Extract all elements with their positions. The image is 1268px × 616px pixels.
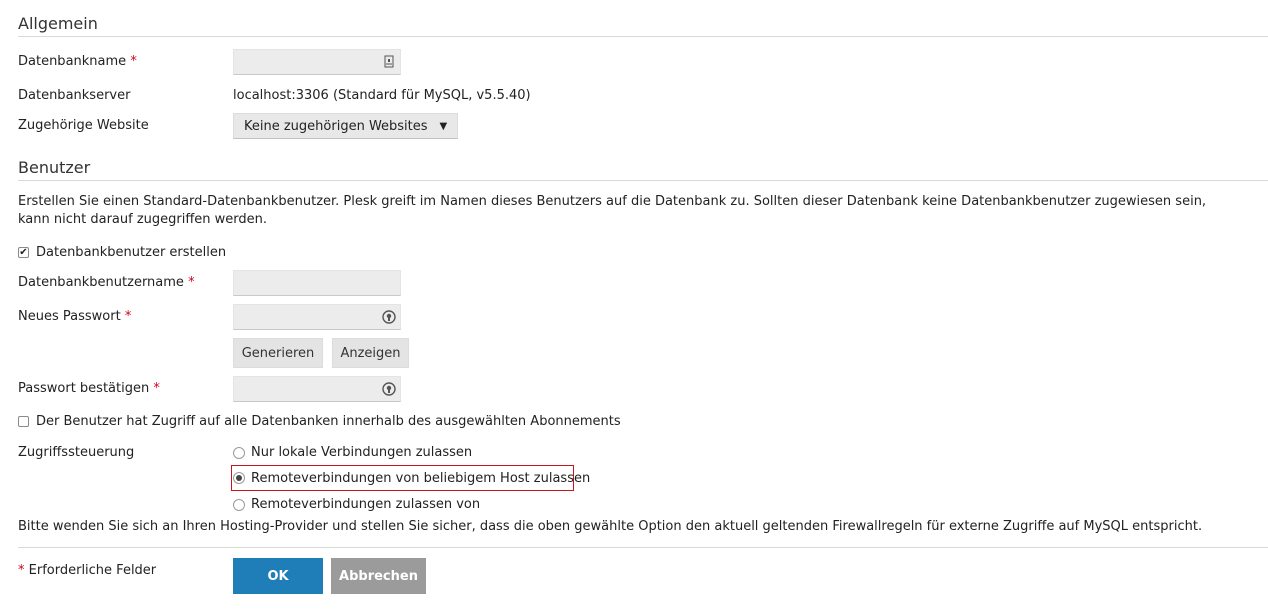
- password-strength-icon: [382, 310, 396, 324]
- username-label-text: Datenbankbenutzername: [18, 275, 184, 290]
- password-input[interactable]: [233, 304, 401, 330]
- access-radio-specific[interactable]: [233, 499, 245, 511]
- username-input[interactable]: [233, 270, 401, 296]
- confirm-password-label-text: Passwort bestätigen: [18, 381, 150, 396]
- required-marker: *: [18, 563, 25, 578]
- create-user-label: Datenbankbenutzer erstellen: [36, 245, 227, 260]
- access-option-any-host: Remoteverbindungen von beliebigem Host z…: [251, 471, 591, 486]
- users-description: Erstellen Sie einen Standard-Datenbankbe…: [18, 194, 1207, 227]
- checkmark-icon: ✔: [19, 246, 28, 258]
- confirm-password-input[interactable]: [233, 376, 401, 402]
- website-select-value: Keine zugehörigen Websites: [244, 118, 428, 134]
- db-name-label: Datenbankname *: [18, 54, 137, 69]
- website-select[interactable]: Keine zugehörigen Websites ▼: [233, 113, 459, 139]
- access-radio-any-host[interactable]: [233, 472, 245, 484]
- section-title-users: Benutzer: [18, 158, 91, 177]
- all-databases-label: Der Benutzer hat Zugriff auf alle Datenb…: [36, 414, 621, 429]
- show-password-button[interactable]: Anzeigen: [332, 338, 409, 368]
- generate-password-button[interactable]: Generieren: [233, 338, 323, 368]
- section-title-general: Allgemein: [18, 14, 98, 33]
- username-label: Datenbankbenutzername *: [18, 275, 195, 290]
- db-name-input[interactable]: [233, 49, 401, 75]
- db-server-label: Datenbankserver: [18, 88, 131, 103]
- password-label: Neues Passwort *: [18, 309, 131, 324]
- required-marker: *: [130, 54, 137, 69]
- db-name-label-text: Datenbankname: [18, 54, 127, 69]
- db-server-value: localhost:3306 (Standard für MySQL, v5.5…: [233, 88, 531, 103]
- footer-divider: [18, 547, 1268, 548]
- required-marker: *: [124, 309, 132, 324]
- section-divider: [18, 36, 1268, 37]
- website-label: Zugehörige Website: [18, 118, 149, 133]
- create-user-checkbox[interactable]: ✔: [18, 247, 29, 258]
- required-marker: *: [153, 381, 160, 396]
- access-option-specific: Remoteverbindungen zulassen von: [251, 497, 481, 512]
- caret-down-icon: ▼: [439, 120, 448, 132]
- confirm-password-label: Passwort bestätigen *: [18, 381, 160, 396]
- section-divider: [18, 180, 1268, 181]
- cancel-button[interactable]: Abbrechen: [331, 558, 426, 594]
- access-option-local: Nur lokale Verbindungen zulassen: [251, 445, 473, 460]
- required-fields-note: * Erforderliche Felder: [18, 563, 156, 578]
- required-marker: *: [188, 275, 195, 290]
- password-strength-icon: [382, 382, 396, 396]
- access-control-label: Zugriffssteuerung: [18, 445, 135, 460]
- firewall-note: Bitte wenden Sie sich an Ihren Hosting-P…: [18, 519, 1203, 534]
- password-label-text: Neues Passwort: [18, 309, 121, 324]
- access-radio-local[interactable]: [233, 447, 245, 459]
- field-helper-icon[interactable]: [381, 54, 397, 70]
- all-databases-checkbox[interactable]: [18, 416, 29, 427]
- ok-button[interactable]: OK: [233, 558, 323, 594]
- required-fields-text: Erforderliche Felder: [28, 563, 157, 578]
